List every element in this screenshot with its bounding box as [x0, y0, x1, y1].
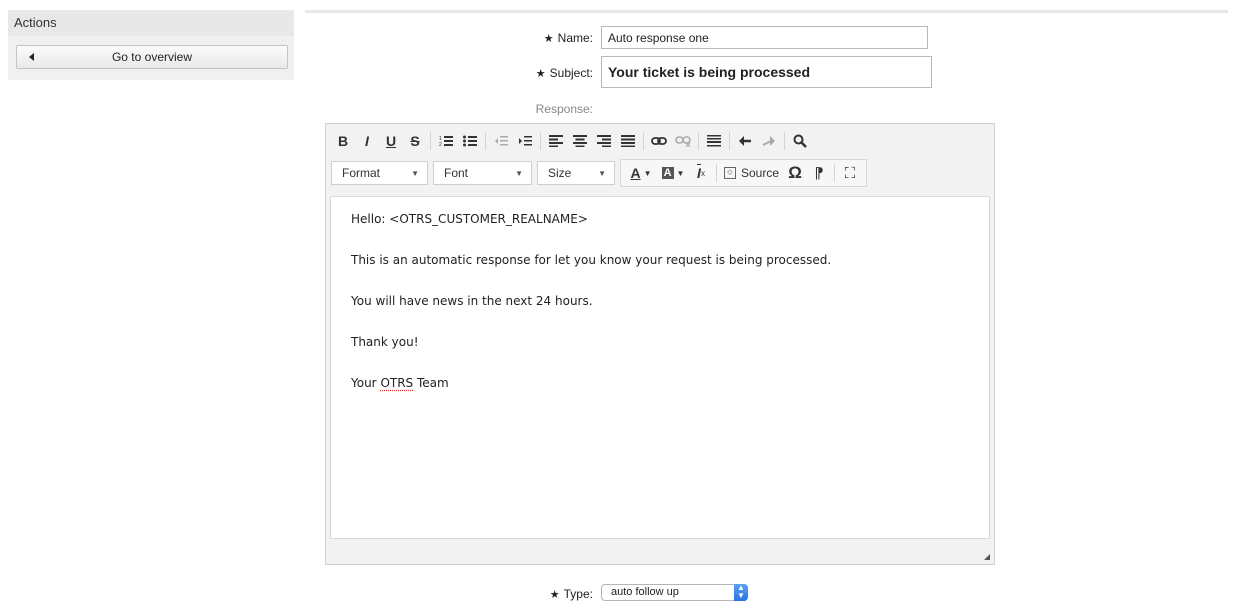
bold-icon[interactable]: B: [331, 129, 355, 153]
paragraph-mark-icon: ⁋: [814, 165, 824, 182]
toolbar-separator: [784, 132, 785, 150]
name-label: ★ Name:: [543, 31, 593, 45]
strikethrough-icon[interactable]: S: [403, 129, 427, 153]
align-right-icon[interactable]: [592, 129, 616, 153]
toolbar-separator: [643, 132, 644, 150]
source-button[interactable]: ◇ Source: [720, 161, 783, 185]
required-star-icon: ★: [543, 33, 554, 45]
italic-icon[interactable]: I: [355, 129, 379, 153]
misspelled-word: OTRS: [380, 376, 414, 390]
type-select[interactable]: auto follow up ▲ ▼: [601, 584, 748, 601]
source-icon: ◇: [724, 167, 736, 179]
outdent-icon[interactable]: [489, 129, 513, 153]
toolbar-separator: [834, 164, 836, 182]
maximize-icon: ⛶: [844, 164, 856, 182]
align-justify-icon[interactable]: [616, 129, 640, 153]
sidebar-title: Actions: [8, 10, 294, 36]
content-line: This is an automatic response for let yo…: [351, 253, 832, 267]
name-input[interactable]: [601, 26, 928, 49]
content-line: Your OTRS Team: [351, 376, 449, 390]
go-to-overview-label: Go to overview: [111, 50, 193, 64]
size-dropdown[interactable]: Size ▼: [537, 161, 615, 185]
background-color-icon: A: [661, 167, 674, 179]
editor-tools-group: A ▼ A ▼ Ix ◇ Source Ω ⁋ ⛶: [620, 159, 868, 187]
paragraph-direction-button[interactable]: ⁋: [807, 161, 831, 185]
toolbar-separator: [540, 132, 541, 150]
remove-format-button[interactable]: Ix: [689, 161, 713, 185]
toolbar-separator: [716, 164, 717, 182]
select-stepper-icon: ▲ ▼: [734, 584, 748, 601]
background-color-button[interactable]: A ▼: [657, 161, 689, 185]
chevron-down-icon: ▼: [411, 168, 419, 178]
editor-toolbar-row-2: Format ▼ Font ▼ Size ▼ A ▼ A ▼ Ix ◇ Source Ω: [331, 159, 868, 187]
unlink-icon[interactable]: [671, 129, 695, 153]
maximize-button[interactable]: ⛶: [838, 161, 862, 185]
toolbar-separator: [729, 132, 730, 150]
align-left-icon[interactable]: [544, 129, 568, 153]
subject-input[interactable]: [601, 56, 932, 88]
content-line: Hello: <OTRS_CUSTOMER_REALNAME>: [351, 212, 588, 226]
ordered-list-icon[interactable]: 12: [434, 129, 458, 153]
required-star-icon: ★: [549, 589, 560, 601]
horizontal-rule-icon[interactable]: [702, 129, 726, 153]
chevron-down-icon: ▼: [598, 168, 606, 178]
editor-content-area[interactable]: Hello: <OTRS_CUSTOMER_REALNAME> This is …: [330, 196, 990, 539]
toolbar-separator: [698, 132, 699, 150]
type-label: ★ Type:: [549, 587, 593, 601]
svg-text:2: 2: [439, 142, 442, 147]
text-color-button[interactable]: A ▼: [625, 161, 657, 185]
content-line: Thank you!: [351, 335, 419, 349]
resize-handle-icon[interactable]: [984, 554, 990, 560]
subject-label: ★ Subject:: [535, 66, 593, 80]
actions-sidebar: Actions Go to overview: [8, 10, 294, 80]
response-label: Response:: [535, 102, 593, 116]
content-line: You will have news in the next 24 hours.: [351, 294, 593, 308]
chevron-down-icon: ▼: [515, 168, 523, 178]
redo-icon[interactable]: [757, 129, 781, 153]
type-selected-value: auto follow up: [611, 586, 679, 598]
toolbar-separator: [430, 132, 431, 150]
text-color-icon: A: [630, 165, 641, 181]
find-icon[interactable]: [788, 129, 812, 153]
go-to-overview-button[interactable]: Go to overview: [16, 45, 288, 69]
editor-toolbar-row-1: B I U S 12: [331, 128, 812, 154]
omega-icon: Ω: [788, 163, 802, 182]
undo-icon[interactable]: [733, 129, 757, 153]
bullet-list-icon[interactable]: [458, 129, 482, 153]
rich-text-editor: B I U S 12 Format ▼ Font ▼ Size ▼ A ▼ A …: [325, 123, 995, 565]
align-center-icon[interactable]: [568, 129, 592, 153]
content-divider: [305, 10, 1228, 13]
font-dropdown[interactable]: Font ▼: [433, 161, 532, 185]
format-dropdown[interactable]: Format ▼: [331, 161, 428, 185]
required-star-icon: ★: [535, 68, 546, 80]
indent-icon[interactable]: [513, 129, 537, 153]
toolbar-separator: [485, 132, 486, 150]
underline-icon[interactable]: U: [379, 129, 403, 153]
special-character-button[interactable]: Ω: [783, 161, 807, 185]
link-icon[interactable]: [647, 129, 671, 153]
